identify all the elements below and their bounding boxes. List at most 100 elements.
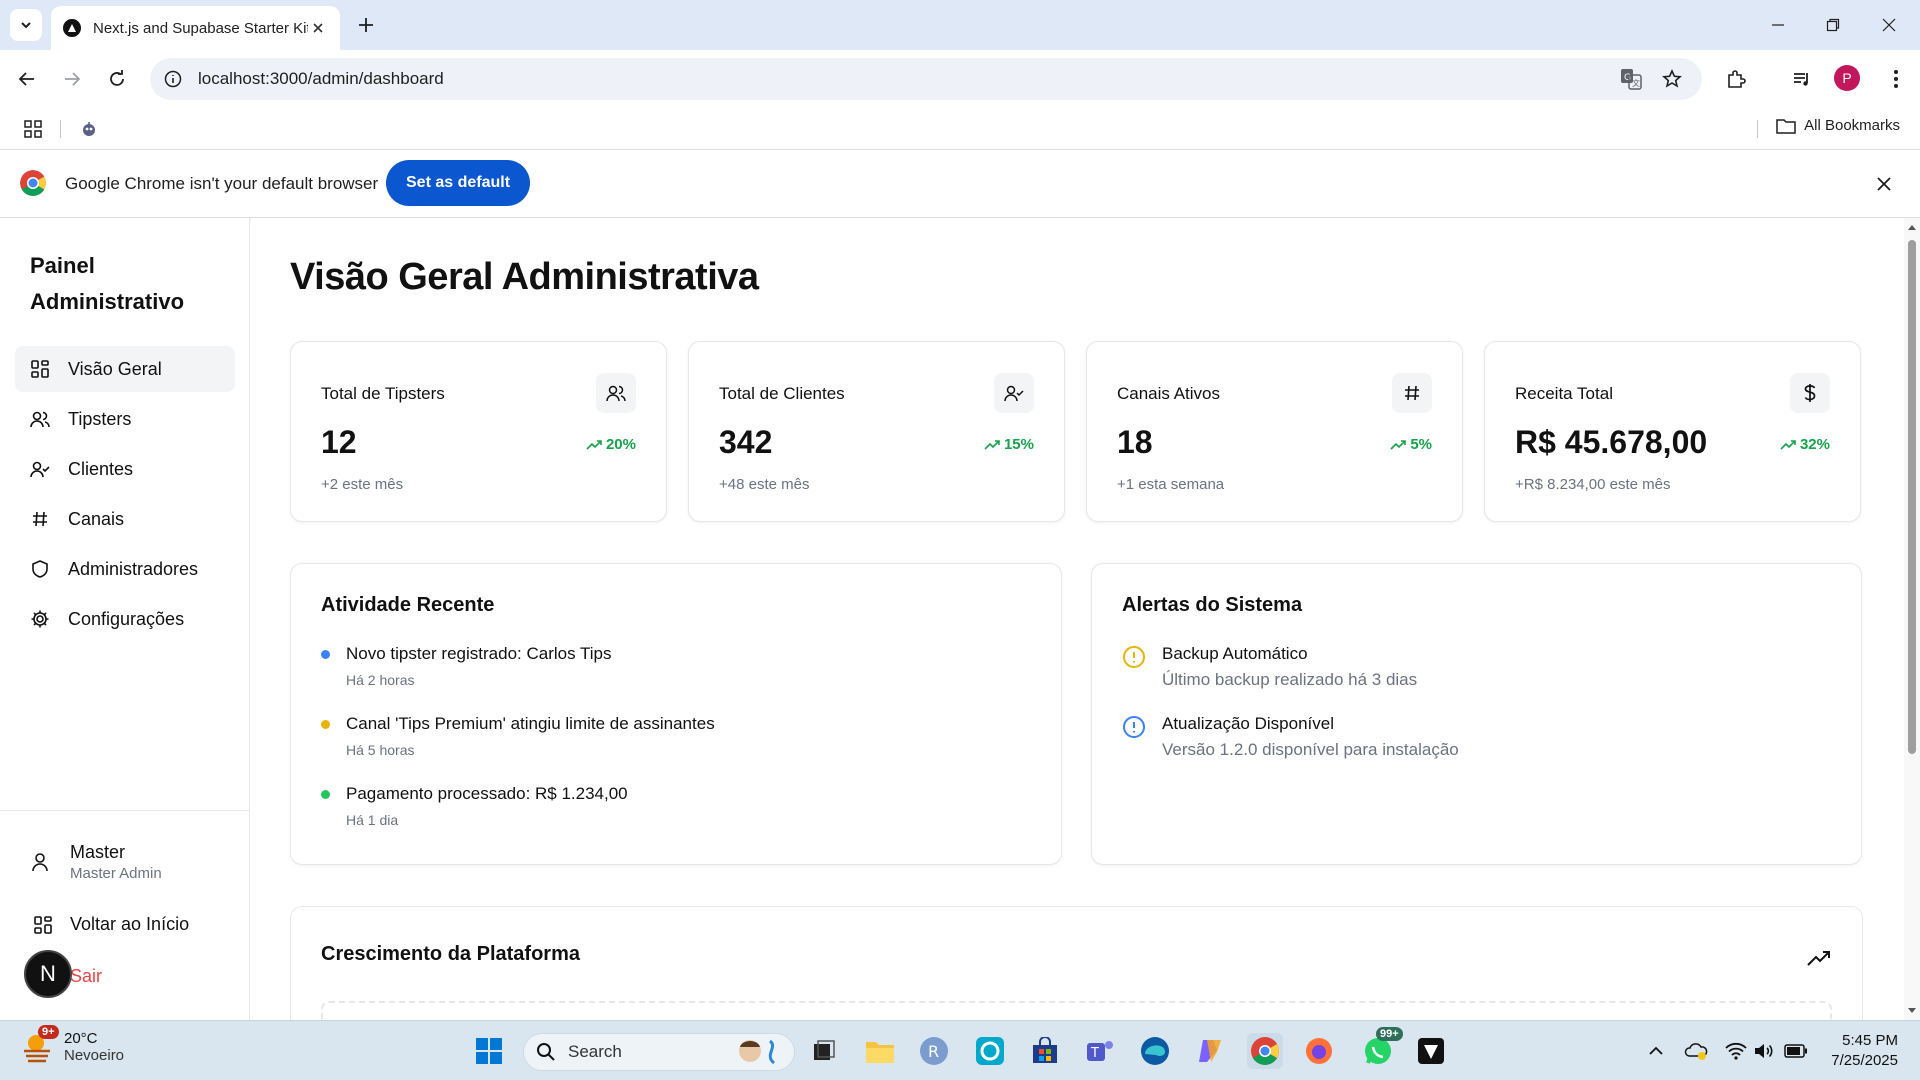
arrow-right-icon (65, 72, 81, 86)
task-view-button[interactable] (806, 1033, 842, 1069)
default-browser-infobar: Google Chrome isn't your default browser… (0, 150, 1920, 218)
windows-taskbar: 9+ 20°C Nevoeiro Search R T 99+ 5:45 PM … (0, 1020, 1920, 1080)
tab-close-button[interactable] (308, 18, 328, 38)
page-scrollbar[interactable] (1904, 218, 1920, 1020)
chrome-taskbar-button[interactable] (1247, 1033, 1283, 1069)
microsoft-store-icon (1033, 1037, 1057, 1063)
all-bookmarks-button[interactable]: All Bookmarks (1776, 117, 1900, 134)
back-home-link[interactable]: Voltar ao Início (34, 914, 189, 935)
robot-icon (83, 122, 95, 136)
teams-button[interactable]: T (1082, 1033, 1118, 1069)
user-name: Master (70, 842, 126, 862)
sidebar-nav: Visão Geral Tipsters Clientes Canais Adm… (15, 346, 235, 646)
browser-tab[interactable]: Next.js and Supabase Starter Kit (51, 6, 340, 50)
close-icon (313, 23, 323, 33)
minimize-icon (1772, 24, 1784, 26)
firefox-button[interactable] (1301, 1033, 1337, 1069)
scrollbar-thumb[interactable] (1908, 240, 1916, 754)
all-bookmarks-label: All Bookmarks (1804, 117, 1900, 134)
list-item: Novo tipster registrado: Carlos Tips Há … (321, 644, 715, 714)
chrome-menu-button[interactable] (1881, 64, 1911, 94)
infobar-close-button[interactable] (1872, 172, 1896, 196)
alert-circle-icon (1123, 646, 1145, 668)
svg-text:R: R (928, 1042, 939, 1061)
restore-icon (1826, 18, 1840, 32)
media-queue-icon (1794, 73, 1808, 86)
activity-time: Há 2 horas (346, 672, 415, 688)
site-info-icon[interactable] (162, 68, 184, 90)
battery-tray-button[interactable] (1784, 1039, 1808, 1063)
weather-widget[interactable]: 9+ 20°C Nevoeiro (20, 1025, 124, 1065)
sidebar-item-administradores[interactable]: Administradores (15, 546, 235, 592)
copilot-button[interactable] (1192, 1033, 1228, 1069)
extensions-button[interactable] (1721, 64, 1751, 94)
whatsapp-button[interactable]: 99+ (1360, 1027, 1403, 1069)
growth-chart-placeholder (321, 1001, 1832, 1020)
alexa-button[interactable] (972, 1033, 1008, 1069)
scroll-down-arrow-icon[interactable] (1907, 1006, 1917, 1016)
nextjs-dev-badge[interactable]: N (24, 950, 72, 998)
apps-button[interactable] (20, 116, 46, 142)
status-dot (321, 720, 330, 729)
media-controls-button[interactable] (1787, 64, 1817, 94)
stat-trend-value: 20% (605, 436, 636, 453)
onedrive-tray-button[interactable] (1684, 1039, 1708, 1063)
sidebar-item-label: Clientes (68, 458, 134, 479)
infobar-message: Google Chrome isn't your default browser (65, 174, 379, 193)
file-explorer-button[interactable] (862, 1033, 898, 1069)
taskbar-clock[interactable]: 5:45 PM 7/25/2025 (1831, 1031, 1898, 1071)
stat-card-canais: Canais Ativos 18 5% +1 esta semana (1086, 341, 1463, 522)
activity-text: Pagamento processado: R$ 1.234,00 (346, 784, 628, 803)
stat-value: R$ 45.678,00 (1515, 424, 1708, 460)
shield-icon (30, 559, 50, 579)
restore-button[interactable] (1813, 10, 1853, 40)
r-app-icon: R (920, 1037, 948, 1065)
show-hidden-icons-button[interactable] (1644, 1039, 1668, 1063)
volume-tray-button[interactable] (1752, 1039, 1776, 1063)
logout-button[interactable]: Sair (70, 966, 102, 987)
scroll-up-arrow-icon[interactable] (1907, 222, 1917, 232)
new-tab-button[interactable] (353, 12, 379, 38)
edge-button[interactable] (1137, 1033, 1173, 1069)
r-app-button[interactable]: R (916, 1033, 952, 1069)
wifi-tray-button[interactable] (1724, 1039, 1748, 1063)
stat-trend: 15% (984, 436, 1034, 453)
alert-description: Último backup realizado há 3 dias (1162, 670, 1418, 689)
clock-time: 5:45 PM (1842, 1032, 1898, 1049)
sidebar-divider (0, 810, 250, 811)
gear-icon (30, 609, 50, 629)
activity-time: Há 5 horas (346, 742, 415, 758)
layout-grid-icon (34, 915, 52, 934)
bookmark-star-button[interactable] (1657, 64, 1687, 94)
edge-icon (1141, 1037, 1169, 1065)
stat-trend-value: 32% (1799, 436, 1830, 453)
taskbar-search[interactable]: Search (523, 1033, 795, 1071)
reload-button[interactable] (102, 64, 132, 94)
alert-title: Backup Automático (1162, 644, 1308, 663)
start-button[interactable] (471, 1033, 507, 1069)
minimize-button[interactable] (1758, 10, 1798, 40)
profile-avatar[interactable]: P (1834, 65, 1860, 91)
forward-button[interactable] (57, 64, 87, 94)
sidebar-item-configuracoes[interactable]: Configurações (15, 596, 235, 642)
tab-search-button[interactable] (10, 9, 42, 41)
stat-value: 342 (719, 424, 773, 460)
bookmark-extension-button[interactable] (76, 116, 102, 142)
translate-button[interactable]: G文 (1616, 64, 1646, 94)
alert-description: Versão 1.2.0 disponível para instalação (1162, 740, 1459, 759)
address-bar[interactable]: localhost:3000/admin/dashboard (150, 58, 1702, 100)
stat-value: 18 (1117, 424, 1153, 460)
sidebar-item-visao-geral[interactable]: Visão Geral (15, 346, 235, 392)
set-as-default-button[interactable]: Set as default (386, 160, 531, 206)
cursor-app-button[interactable] (1413, 1033, 1449, 1069)
sidebar-item-tipsters[interactable]: Tipsters (15, 396, 235, 442)
sidebar-item-clientes[interactable]: Clientes (15, 446, 235, 492)
back-home-label: Voltar ao Início (70, 914, 190, 934)
puzzle-icon (1728, 70, 1746, 88)
bookmarks-divider (60, 120, 61, 138)
sidebar-item-canais[interactable]: Canais (15, 496, 235, 542)
store-button[interactable] (1027, 1033, 1063, 1069)
close-window-button[interactable] (1869, 10, 1909, 40)
stat-value: 12 (321, 424, 357, 460)
back-button[interactable] (12, 64, 42, 94)
